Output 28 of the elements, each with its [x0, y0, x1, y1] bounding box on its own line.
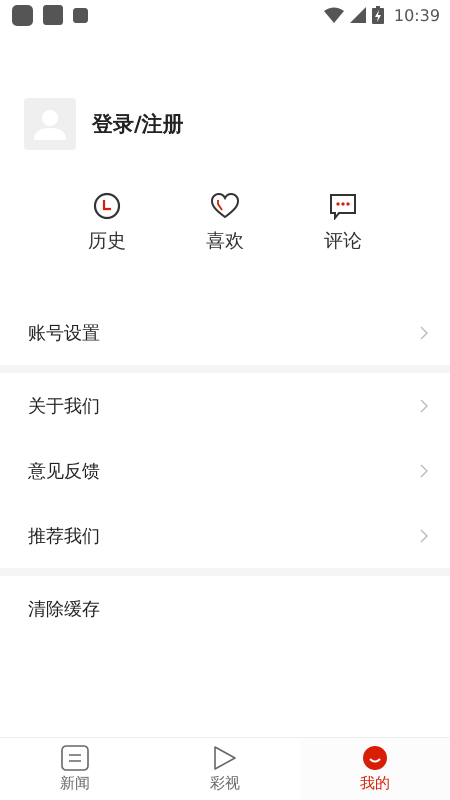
login-link[interactable]: 登录/注册: [92, 110, 184, 138]
app-notification-icon: [12, 4, 33, 26]
signal-icon: [350, 7, 366, 23]
menu-item[interactable]: 关于我们: [0, 373, 450, 438]
heart-icon: [210, 192, 240, 220]
chevron-right-icon: [420, 398, 428, 412]
chevron-right-icon: [420, 326, 428, 340]
smile-face-icon: [362, 745, 388, 771]
quick-action-button[interactable]: 喜欢: [185, 192, 265, 254]
nav-tab[interactable]: 新闻: [0, 738, 150, 800]
status-time: 10:39: [394, 6, 440, 24]
app-notification-icon: [73, 8, 88, 22]
battery-icon: [372, 6, 384, 24]
chevron-right-icon: [420, 528, 428, 542]
quick-action-button[interactable]: 评论: [303, 192, 383, 254]
play-icon: [212, 745, 238, 771]
news-icon: [61, 745, 89, 771]
chevron-right-icon: [420, 464, 428, 478]
chat-bubble-icon: [329, 192, 357, 220]
nav-tab[interactable]: 彩视: [150, 738, 300, 800]
menu-item[interactable]: 清除缓存: [0, 576, 450, 641]
menu-item[interactable]: 推荐我们: [0, 503, 450, 568]
wifi-icon: [324, 7, 344, 23]
app-notification-icon: [43, 5, 63, 25]
menu-item[interactable]: 意见反馈: [0, 438, 450, 503]
menu-item[interactable]: 账号设置: [0, 300, 450, 365]
quick-action-button[interactable]: 历史: [67, 192, 147, 254]
clock-icon: [93, 192, 121, 220]
